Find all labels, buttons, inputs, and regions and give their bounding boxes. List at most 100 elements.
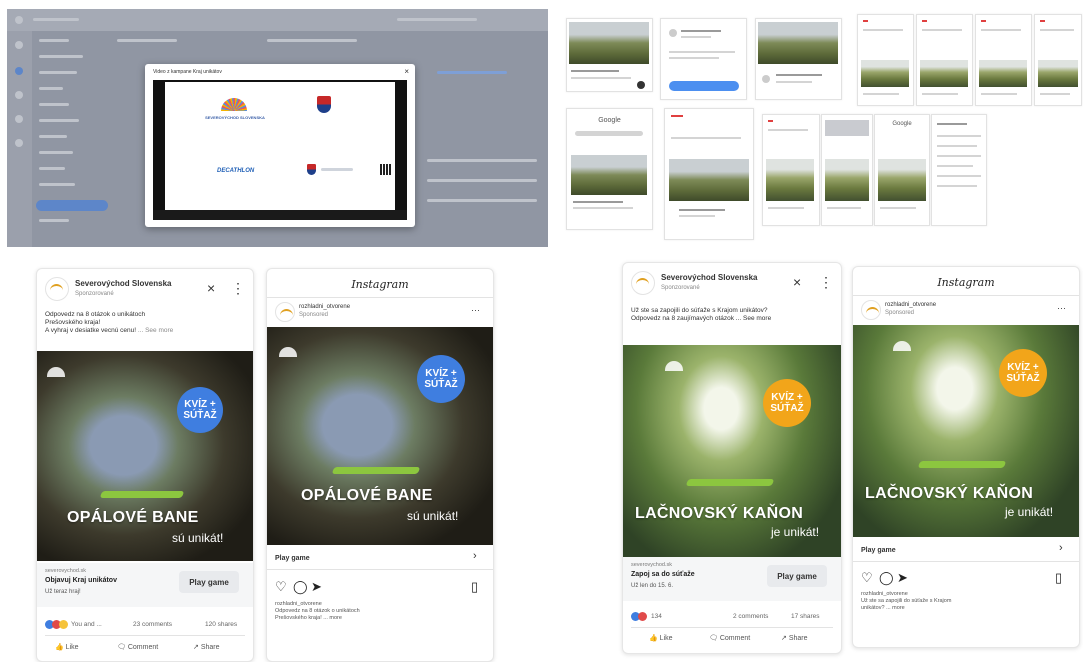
toolbar-icons[interactable] (397, 18, 477, 21)
rail-icon[interactable] (15, 139, 23, 147)
search-bar[interactable] (575, 131, 643, 136)
more-icon[interactable]: ⋮ (231, 281, 245, 295)
share-label: Share (200, 644, 220, 651)
landscape-image (758, 22, 838, 64)
rail-icon[interactable] (15, 115, 23, 123)
video-player[interactable]: SEVEROVÝCHOD SLOVENSKA DECATHLON (153, 80, 407, 220)
comment-button[interactable]: 🗨 Comment (117, 643, 158, 651)
comment-button[interactable]: 🗨 Comment (709, 634, 750, 642)
share-button[interactable]: ↗ Share (193, 643, 220, 651)
list-row[interactable] (937, 145, 977, 147)
comment-label: Comment (127, 644, 159, 651)
menu-icon[interactable] (15, 16, 23, 24)
heart-icon[interactable]: ♡ (275, 579, 287, 595)
play-game-link[interactable]: Play game (861, 547, 896, 554)
page-name[interactable]: Severovýchod Slovenska (661, 273, 758, 282)
play-game-link[interactable]: Play game (275, 555, 310, 562)
nav-item[interactable] (39, 119, 79, 122)
video-placeholder[interactable] (825, 120, 869, 136)
nav-item[interactable] (39, 87, 63, 90)
nav-item[interactable] (39, 167, 65, 170)
close-icon[interactable]: × (793, 275, 801, 289)
mockup-google-1: Google (566, 108, 653, 230)
mockup-mobile-2 (916, 14, 973, 106)
account-name[interactable]: rozhladni_otvorene (299, 304, 350, 310)
nav-item[interactable] (39, 55, 83, 58)
rail-icon[interactable] (15, 91, 23, 99)
instagram-logo[interactable]: Instagram (853, 276, 1079, 289)
like-label: Like (65, 644, 79, 651)
content-link[interactable] (437, 71, 507, 74)
chevron-right-icon[interactable]: › (473, 550, 477, 562)
content-line (117, 39, 177, 42)
play-game-button[interactable]: Play game (179, 571, 239, 593)
caption-line: Už ste sa zapojili do súťaže s Krajom (861, 598, 952, 604)
page-avatar[interactable] (631, 271, 655, 295)
list-row[interactable] (937, 175, 981, 177)
comment-icon[interactable]: ◯ (879, 570, 894, 586)
caption-user[interactable]: rozhladni_otvorene (861, 591, 1071, 598)
instagram-logo[interactable]: Instagram (267, 278, 493, 291)
play-game-button[interactable]: Play game (767, 565, 827, 587)
landscape-image (571, 155, 647, 195)
mockup-mobile-1 (857, 14, 914, 106)
nav-item[interactable] (39, 219, 69, 222)
page-avatar[interactable] (45, 277, 69, 301)
caption-user[interactable]: rozhladni_otvorene (275, 601, 485, 608)
landscape-image (766, 159, 814, 201)
list-row[interactable] (937, 185, 977, 187)
account-avatar[interactable] (275, 302, 295, 322)
shares-count[interactable]: 120 shares (205, 621, 237, 628)
list-row[interactable] (937, 135, 981, 137)
post-text-line: Odpovedz na 8 otázok o unikátoch (45, 311, 146, 318)
nav-item-selected[interactable] (36, 200, 108, 211)
send-icon[interactable]: ➤ (897, 570, 908, 586)
account-name[interactable]: rozhladni_otvorene (885, 302, 936, 308)
comments-count[interactable]: 23 comments (133, 621, 172, 628)
shares-count[interactable]: 17 shares (791, 613, 820, 620)
rail-icon-active[interactable] (15, 67, 23, 75)
chevron-right-icon[interactable]: › (1059, 542, 1063, 554)
reactions-count[interactable]: 134 (651, 613, 662, 620)
like-button[interactable]: 👍 Like (55, 643, 79, 651)
list-row[interactable] (937, 155, 981, 157)
logo-icon (669, 29, 677, 37)
more-icon[interactable]: ··· (471, 305, 480, 315)
close-icon[interactable]: × (207, 281, 215, 295)
accent-bar (331, 467, 421, 474)
like-button[interactable]: 👍 Like (649, 634, 673, 642)
ad-creative[interactable]: KVÍZ + SÚŤAŽ OPÁLOVÉ BANE sú unikát! (37, 351, 253, 561)
share-button[interactable]: ↗ Share (781, 634, 808, 642)
nav-item[interactable] (39, 135, 67, 138)
brand-mark (863, 20, 868, 22)
ad-creative[interactable]: KVÍZ + SÚŤAŽ LAČNOVSKÝ KAŇON je unikát! (623, 345, 841, 557)
rail-icon[interactable] (15, 41, 23, 49)
nav-item[interactable] (39, 71, 77, 74)
page-name[interactable]: Severovýchod Slovenska (75, 279, 172, 288)
content-line (267, 39, 357, 42)
more-icon[interactable]: ⋮ (819, 275, 833, 289)
ad-creative[interactable]: KVÍZ + SÚŤAŽ OPÁLOVÉ BANE sú unikát! (267, 327, 493, 545)
bookmark-icon[interactable]: ▯ (471, 579, 478, 595)
cta-button[interactable] (669, 81, 739, 91)
send-icon[interactable]: ➤ (311, 579, 322, 595)
landscape-image (920, 60, 968, 87)
list-row[interactable] (937, 165, 973, 167)
nav-item[interactable] (39, 39, 69, 42)
video-controls[interactable] (153, 210, 407, 220)
close-icon[interactable]: × (404, 67, 409, 76)
comments-count[interactable]: 2 comments (733, 613, 768, 620)
more-icon[interactable]: ··· (1057, 303, 1066, 313)
ad-subline: sú unikát! (172, 531, 224, 545)
account-avatar[interactable] (861, 300, 881, 320)
see-more-link[interactable]: ... See more (138, 327, 173, 334)
bookmark-icon[interactable]: ▯ (1055, 570, 1062, 586)
comment-icon[interactable]: ◯ (293, 579, 308, 595)
nav-item[interactable] (39, 103, 69, 106)
nav-item[interactable] (39, 151, 73, 154)
reactions-count[interactable]: You and ... (71, 621, 102, 628)
nav-item[interactable] (39, 183, 75, 186)
mock-text (671, 137, 741, 139)
heart-icon[interactable]: ♡ (861, 570, 873, 586)
ad-creative[interactable]: KVÍZ + SÚŤAŽ LAČNOVSKÝ KAŇON je unikát! (853, 325, 1079, 537)
